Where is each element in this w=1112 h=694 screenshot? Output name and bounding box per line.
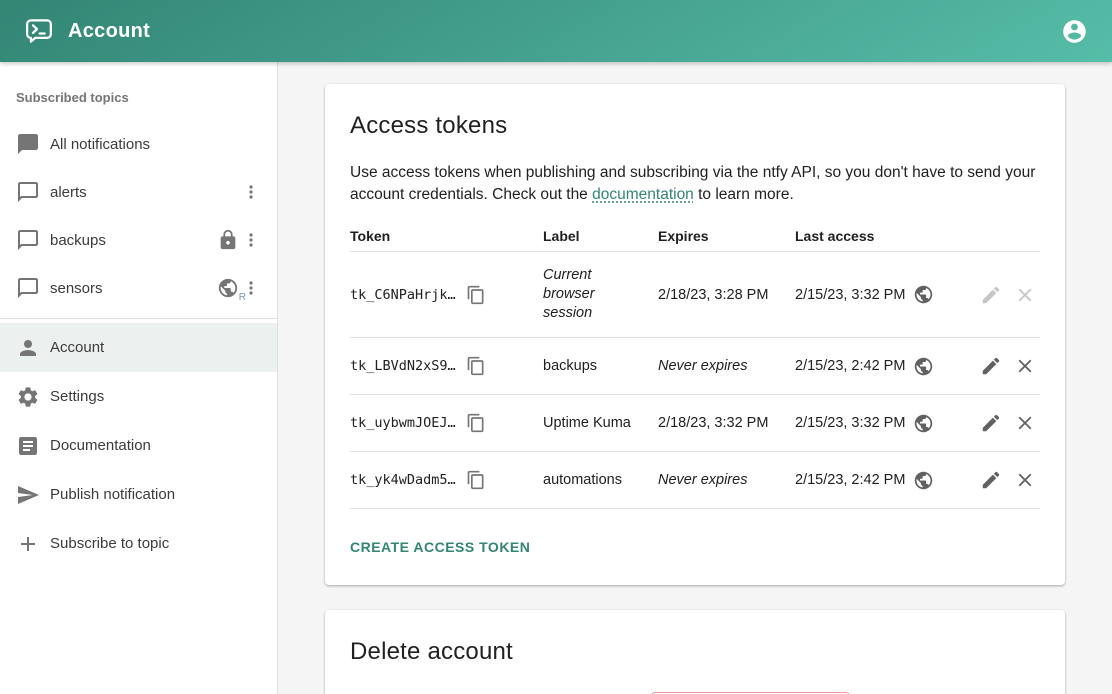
topic-menu-icon[interactable] xyxy=(239,180,263,204)
ntfy-logo-icon xyxy=(24,16,54,46)
copy-icon[interactable] xyxy=(462,281,490,309)
delete-token-icon[interactable] xyxy=(1012,410,1038,436)
token-expires: 2/18/23, 3:32 PM xyxy=(658,415,795,431)
reserved-badge: R xyxy=(239,292,246,303)
sidebar-item-label: Subscribe to topic xyxy=(50,535,263,552)
table-row: tk_C6NPaHrjk… Current browser session 2/… xyxy=(350,252,1040,338)
delete-account-card: Delete account Delete account Permanentl… xyxy=(325,610,1065,694)
column-header-last-access: Last access xyxy=(795,228,945,244)
gear-icon xyxy=(16,385,40,409)
person-icon xyxy=(16,336,40,360)
token-last-access: 2/15/23, 3:32 PM xyxy=(795,287,905,303)
copy-icon[interactable] xyxy=(462,466,490,494)
token-last-access: 2/15/23, 2:42 PM xyxy=(795,358,905,374)
main-content: Access tokens Use access tokens when pub… xyxy=(278,62,1112,694)
reserved-globe-icon: R xyxy=(217,277,239,299)
token-label: Current browser session xyxy=(543,266,658,323)
token-value: tk_C6NPaHrjk… xyxy=(350,287,456,303)
sidebar: Subscribed topics All notifications aler… xyxy=(0,62,278,694)
documentation-link[interactable]: documentation xyxy=(592,186,694,203)
subscribed-topics-heading: Subscribed topics xyxy=(0,62,277,120)
token-label: automations xyxy=(543,471,658,490)
edit-token-icon xyxy=(978,282,1004,308)
send-icon xyxy=(16,483,40,507)
table-row: tk_yk4wDadm5… automations Never expires … xyxy=(350,452,1040,509)
sidebar-item-sensors[interactable]: sensors R xyxy=(0,264,277,312)
delete-token-icon[interactable] xyxy=(1012,467,1038,493)
topic-menu-icon[interactable] xyxy=(239,228,263,252)
token-value: tk_yk4wDadm5… xyxy=(350,472,456,488)
sidebar-item-subscribe-to-topic[interactable]: Subscribe to topic xyxy=(0,519,277,568)
chat-outline-icon xyxy=(16,180,40,204)
sidebar-item-label: All notifications xyxy=(50,136,263,153)
page-title: Account xyxy=(68,20,150,43)
access-tokens-description: Use access tokens when publishing and su… xyxy=(350,162,1040,206)
token-last-access: 2/15/23, 3:32 PM xyxy=(795,415,905,431)
origin-globe-icon xyxy=(913,470,934,491)
chat-filled-icon xyxy=(16,132,40,156)
create-access-token-button[interactable]: CREATE ACCESS TOKEN xyxy=(350,535,530,559)
token-label: backups xyxy=(543,357,658,376)
tokens-table-header: Token Label Expires Last access xyxy=(350,228,1040,252)
sidebar-item-settings[interactable]: Settings xyxy=(0,372,277,421)
tokens-table: Token Label Expires Last access tk_C6NPa… xyxy=(350,228,1040,509)
access-tokens-card: Access tokens Use access tokens when pub… xyxy=(325,84,1065,585)
plus-icon xyxy=(16,532,40,556)
sidebar-item-publish-notification[interactable]: Publish notification xyxy=(0,470,277,519)
sidebar-item-alerts[interactable]: alerts xyxy=(0,168,277,216)
table-row: tk_LBVdN2xS9… backups Never expires 2/15… xyxy=(350,338,1040,395)
edit-token-icon[interactable] xyxy=(978,410,1004,436)
column-header-label: Label xyxy=(543,228,658,244)
delete-token-icon xyxy=(1012,282,1038,308)
sidebar-item-label: backups xyxy=(50,232,209,249)
token-expires: 2/18/23, 3:28 PM xyxy=(658,287,795,303)
sidebar-item-label: Publish notification xyxy=(50,486,263,503)
table-row: tk_uybwmJOEJ… Uptime Kuma 2/18/23, 3:32 … xyxy=(350,395,1040,452)
chat-outline-icon xyxy=(16,228,40,252)
sidebar-item-label: alerts xyxy=(50,184,239,201)
access-tokens-title: Access tokens xyxy=(350,110,1040,142)
sidebar-item-backups[interactable]: backups xyxy=(0,216,277,264)
sidebar-item-label: sensors xyxy=(50,280,209,297)
account-circle-icon[interactable] xyxy=(1055,12,1094,51)
token-value: tk_uybwmJOEJ… xyxy=(350,415,456,431)
sidebar-item-label: Account xyxy=(50,339,263,356)
copy-icon[interactable] xyxy=(462,409,490,437)
sidebar-item-all-notifications[interactable]: All notifications xyxy=(0,120,277,168)
edit-token-icon[interactable] xyxy=(978,467,1004,493)
lock-icon xyxy=(217,229,239,251)
delete-account-title: Delete account xyxy=(350,636,1040,668)
sidebar-divider xyxy=(0,318,277,319)
copy-icon[interactable] xyxy=(462,352,490,380)
token-value: tk_LBVdN2xS9… xyxy=(350,358,456,374)
token-last-access: 2/15/23, 2:42 PM xyxy=(795,472,905,488)
token-expires: Never expires xyxy=(658,472,795,488)
sidebar-item-documentation[interactable]: Documentation xyxy=(0,421,277,470)
origin-globe-icon xyxy=(913,413,934,434)
chat-outline-icon xyxy=(16,276,40,300)
sidebar-item-label: Settings xyxy=(50,388,263,405)
article-icon xyxy=(16,434,40,458)
edit-token-icon[interactable] xyxy=(978,353,1004,379)
token-label: Uptime Kuma xyxy=(543,414,658,433)
token-expires: Never expires xyxy=(658,358,795,374)
sidebar-item-account[interactable]: Account xyxy=(0,323,277,372)
delete-token-icon[interactable] xyxy=(1012,353,1038,379)
column-header-expires: Expires xyxy=(658,228,795,244)
origin-globe-icon xyxy=(913,356,934,377)
sidebar-item-label: Documentation xyxy=(50,437,263,454)
origin-globe-icon xyxy=(913,284,934,305)
column-header-token: Token xyxy=(350,228,543,244)
app-header: Account xyxy=(0,0,1112,62)
